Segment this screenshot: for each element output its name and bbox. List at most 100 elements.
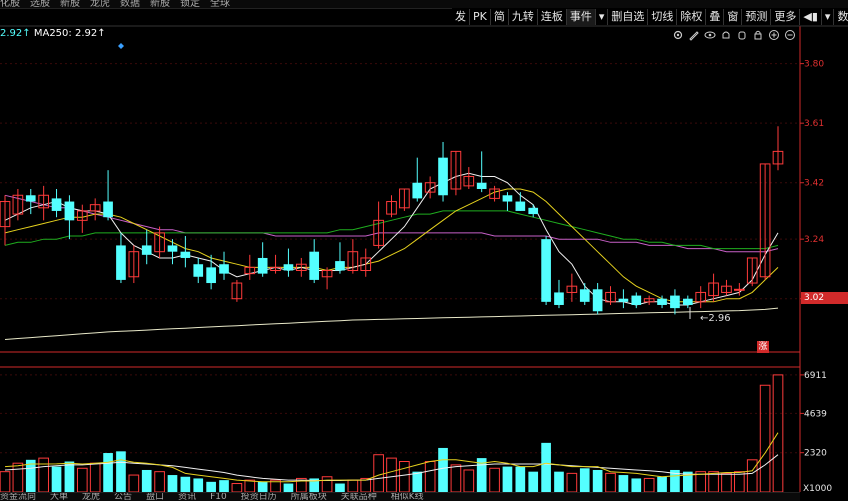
low-price-marker: ←2.96 [700, 313, 731, 324]
candle-body-down [515, 201, 526, 211]
volume-bar-down [219, 480, 229, 492]
lock-icon[interactable] [752, 29, 764, 41]
price-axis-label: 3.42 [804, 179, 824, 189]
volume-bar-down [618, 475, 629, 492]
volume-bar-down [631, 478, 642, 492]
volume-unit: X1000 [803, 484, 833, 494]
price-axis-label: 3.61 [804, 119, 824, 129]
volume-bar-up [0, 471, 11, 493]
volume-bar-down [103, 453, 113, 492]
price-axis-label: 3.80 [804, 60, 824, 70]
candle-body-down [219, 264, 229, 274]
candle-body-down [541, 239, 551, 302]
volume-bar-up [12, 462, 24, 493]
candle-body-down [116, 245, 126, 280]
volume-bar-up [450, 464, 462, 493]
volume-bar-down [438, 447, 448, 492]
candle-body-down [528, 207, 539, 215]
volume-bar-down [141, 469, 152, 492]
volume-axis-label: 6911 [804, 371, 827, 381]
volume-bar-up [399, 461, 410, 493]
chart-tools [672, 28, 796, 42]
event-marker-icon [118, 43, 124, 49]
volume-bar-down [51, 466, 62, 492]
volume-bar-up [231, 483, 243, 493]
volume-bar-up [746, 459, 758, 493]
candle-body-down [502, 195, 513, 202]
volume-bar-up [38, 457, 49, 493]
candle-body-down [103, 201, 113, 218]
volume-bar-up [721, 472, 732, 493]
candle-body-down [283, 264, 294, 271]
volume-bar-down [554, 471, 564, 492]
candle-body-down [193, 264, 204, 277]
volume-bar-down [206, 481, 216, 492]
volume-bar-down [412, 471, 423, 492]
bell-icon[interactable] [720, 29, 732, 41]
candle-body-down [631, 295, 642, 305]
limit-up-tag: 涨 [757, 341, 769, 353]
candle-body-down [554, 292, 564, 305]
candle-body-down [657, 298, 667, 305]
candle-body-down [476, 182, 487, 189]
candle-body-down [618, 298, 629, 302]
volume-bar-down [515, 466, 526, 492]
candle-body-down [579, 289, 590, 302]
ma250-line [4, 307, 779, 340]
low-price-value: 2.96 [708, 313, 731, 324]
volume-axis-label: 2320 [804, 449, 827, 459]
volume-bar-up [759, 384, 771, 493]
candle-body-down [438, 157, 448, 196]
volume-bar-down [116, 451, 126, 492]
current-price-tag: 3.02 [801, 292, 848, 304]
zoom-in-icon[interactable] [768, 29, 780, 41]
volume-bar-down [283, 483, 294, 492]
volume-bar-up [89, 462, 101, 493]
volume-bar-up [347, 479, 359, 493]
candle-body-down [309, 251, 320, 280]
candle-body-down [682, 298, 693, 305]
zoom-out-icon[interactable] [784, 29, 796, 41]
volume-bar-up [386, 457, 397, 493]
volume-bar-down [64, 461, 75, 492]
candle-body-down [51, 198, 62, 211]
volume-bar-down [528, 471, 539, 492]
volume-bar-up [373, 454, 384, 493]
candle-body-down [25, 195, 36, 202]
volume-bar-up [76, 467, 88, 493]
volume-bar-up [244, 479, 256, 493]
candle-body-down [335, 261, 345, 271]
volume-bar-down [167, 475, 178, 492]
volume-bar-down [502, 466, 513, 492]
volume-bar-down [657, 476, 667, 492]
candle-body-down [206, 267, 216, 284]
volume-bar-down [541, 442, 551, 492]
eye-icon[interactable] [704, 29, 716, 41]
volume-bar-down [592, 469, 603, 492]
settings-icon[interactable] [672, 29, 684, 41]
volume-bar-up [708, 471, 719, 493]
volume-bar-up [489, 467, 500, 493]
volume-bar-up [321, 476, 333, 493]
volume-bar-up [463, 469, 475, 493]
volume-bar-down [579, 468, 590, 492]
volume-bar-up [566, 472, 578, 493]
volume-bar-up [605, 472, 616, 493]
candle-body-down [257, 257, 268, 274]
candle-body-down [180, 251, 191, 258]
volume-bar-up [734, 471, 745, 493]
candle-body-up [734, 288, 745, 291]
volume-bar-up [154, 471, 165, 493]
candle-body-down [592, 289, 603, 312]
volume-bar-up [643, 477, 655, 493]
hand-icon[interactable] [736, 29, 748, 41]
volume-bar-up [128, 474, 140, 493]
candlestick-chart[interactable]: 3.803.613.423.243.05691146392320 [0, 0, 848, 500]
price-axis-label: 3.24 [804, 235, 824, 245]
candle-body-down [670, 295, 680, 309]
volume-bar-down [180, 476, 191, 492]
candle-body-down [141, 245, 152, 255]
candle-body-down [167, 245, 178, 252]
volume-axis-label: 4639 [804, 409, 827, 419]
pen-icon[interactable] [688, 29, 700, 41]
